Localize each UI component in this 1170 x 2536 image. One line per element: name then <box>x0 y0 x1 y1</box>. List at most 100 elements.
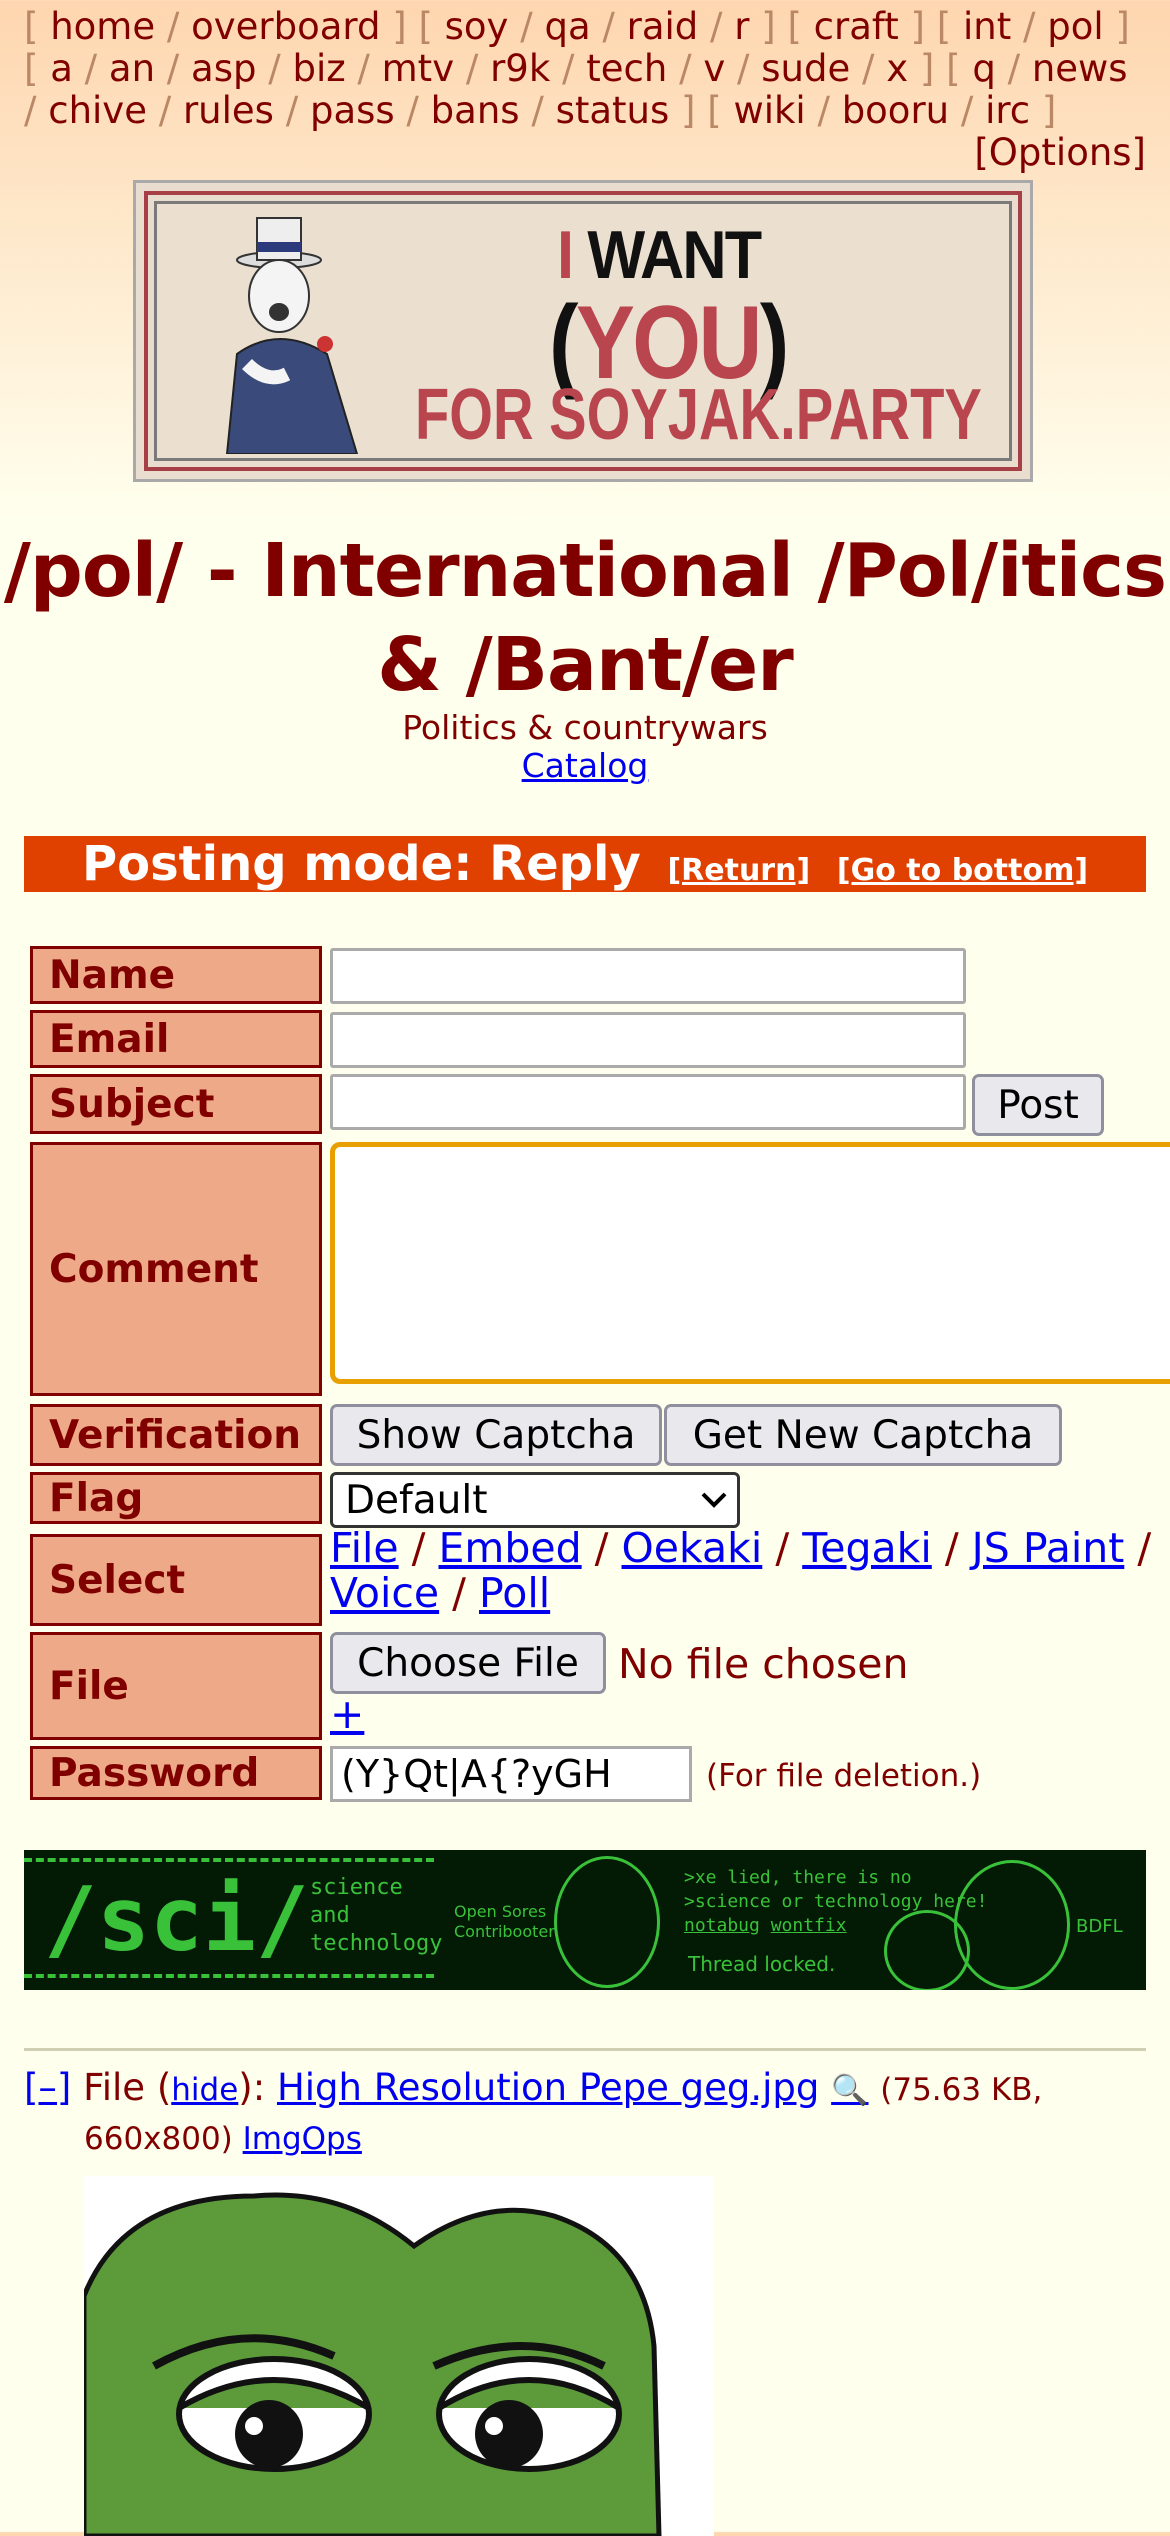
separator: / <box>155 5 192 48</box>
board-link-bans[interactable]: bans <box>431 89 520 132</box>
email-field[interactable] <box>330 1012 966 1068</box>
imgops-link[interactable]: ImgOps <box>243 2121 362 2157</box>
bracket-open: [ <box>946 47 973 90</box>
board-link-r9k[interactable]: r9k <box>490 47 550 90</box>
bracket-close: ] <box>908 47 947 90</box>
board-link-status[interactable]: status <box>556 89 670 132</box>
banner-line-3: FOR SOYJAK.PARTY <box>415 375 982 455</box>
banner-line-1-main: WANT <box>587 217 762 293</box>
subject-field[interactable] <box>330 1074 966 1130</box>
board-link-v[interactable]: v <box>703 47 725 90</box>
board-link-biz[interactable]: biz <box>292 47 345 90</box>
board-link-q[interactable]: q <box>972 47 996 90</box>
sci-mid-line: Contribooter <box>454 1922 555 1941</box>
board-link-home[interactable]: home <box>50 5 155 48</box>
board-link-rules[interactable]: rules <box>183 89 274 132</box>
select-link-file[interactable]: File <box>330 1524 399 1572</box>
board-link-chive[interactable]: chive <box>48 89 147 132</box>
board-link-craft[interactable]: craft <box>814 5 899 48</box>
file-prefix: File ( <box>83 2066 172 2109</box>
comment-textarea[interactable] <box>330 1142 1170 1384</box>
board-link-x[interactable]: x <box>886 47 908 90</box>
catalog-link[interactable]: Catalog <box>522 746 649 785</box>
sci-ad-banner[interactable]: /sci/ science and technology Open Sores … <box>24 1850 1146 1990</box>
post-divider <box>24 2048 1146 2051</box>
password-field[interactable]: (Y}Qt|A{?yGH <box>330 1746 692 1802</box>
bracket-open: [ <box>24 47 51 90</box>
post-button[interactable]: Post <box>972 1074 1104 1136</box>
separator: / <box>155 47 192 90</box>
board-link-overboard[interactable]: overboard <box>191 5 380 48</box>
file-search-icon[interactable]: 🔍 <box>831 2073 868 2108</box>
board-link-asp[interactable]: asp <box>191 47 256 90</box>
sci-mid-text: Open Sores Contribooter <box>454 1902 555 1942</box>
bracket-open: [ <box>24 5 51 48</box>
name-label: Name <box>30 946 322 1004</box>
sci-mid-line: Open Sores <box>454 1902 547 1921</box>
board-link-r[interactable]: r <box>734 5 749 48</box>
separator: / <box>398 1524 439 1572</box>
flag-select[interactable]: Default <box>330 1472 740 1528</box>
name-field[interactable] <box>330 948 966 1004</box>
bracket-open: [ <box>936 5 963 48</box>
board-link-news[interactable]: news <box>1032 47 1128 90</box>
pepe-frog-image <box>84 2192 662 2536</box>
select-link-poll[interactable]: Poll <box>479 1569 550 1617</box>
separator: / <box>581 1524 622 1572</box>
separator: / <box>256 47 293 90</box>
board-link-pass[interactable]: pass <box>310 89 395 132</box>
select-link-embed[interactable]: Embed <box>439 1524 582 1572</box>
hide-file-link[interactable]: hide <box>171 2072 238 2108</box>
file-mid: ): <box>238 2066 277 2109</box>
board-link-raid[interactable]: raid <box>627 5 699 48</box>
hat-band <box>257 242 301 252</box>
board-link-mtv[interactable]: mtv <box>382 47 454 90</box>
separator: / <box>273 89 310 132</box>
board-link-soy[interactable]: soy <box>445 5 509 48</box>
catalog-link-wrap: Catalog <box>0 746 1170 785</box>
separator: / <box>345 47 382 90</box>
board-link-booru[interactable]: booru <box>842 89 949 132</box>
board-link-an[interactable]: an <box>109 47 155 90</box>
posting-mode-bar: Posting mode: Reply [Return] [Go to bott… <box>24 836 1146 892</box>
choose-file-button[interactable]: Choose File <box>330 1632 606 1694</box>
add-file-link[interactable]: + <box>330 1690 364 1738</box>
file-meta-dims: 660x800) <box>84 2121 233 2157</box>
return-link[interactable]: [Return] <box>667 853 810 888</box>
sci-small-line: technology <box>310 1931 443 1956</box>
sci-small-line: science <box>310 1875 403 1900</box>
bracket-close: ] <box>380 5 419 48</box>
options-link[interactable]: [Options] <box>974 132 1146 174</box>
post-image[interactable] <box>84 2176 714 2536</box>
collapse-post-link[interactable]: [–] <box>24 2066 71 2109</box>
go-to-bottom-link[interactable]: [Go to bottom] <box>837 853 1088 888</box>
select-link-js-paint[interactable]: JS Paint <box>972 1524 1125 1572</box>
email-label: Email <box>30 1010 322 1068</box>
hat-crown <box>256 217 302 261</box>
board-link-int[interactable]: int <box>963 5 1011 48</box>
select-link-oekaki[interactable]: Oekaki <box>622 1524 763 1572</box>
separator: / <box>550 47 587 90</box>
file-name-link[interactable]: High Resolution Pepe geg.jpg <box>277 2066 819 2109</box>
soyjak-face-drawing-left <box>884 1910 970 1990</box>
show-captcha-button[interactable]: Show Captcha <box>330 1404 662 1466</box>
board-link-wiki[interactable]: wiki <box>733 89 805 132</box>
board-link-sude[interactable]: sude <box>761 47 850 90</box>
file-meta-line: 660x800) ImgOps <box>24 2115 1154 2163</box>
board-link-a[interactable]: a <box>50 47 73 90</box>
bracket-open: [ <box>787 5 814 48</box>
banner-frame: I WANT (YOU) FOR SOYJAK.PARTY <box>144 191 1022 471</box>
select-link-tegaki[interactable]: Tegaki <box>802 1524 932 1572</box>
board-banner[interactable]: I WANT (YOU) FOR SOYJAK.PARTY <box>133 180 1033 482</box>
select-link-voice[interactable]: Voice <box>330 1569 439 1617</box>
bracket-close: ] <box>898 5 937 48</box>
board-link-qa[interactable]: qa <box>544 5 590 48</box>
separator: / <box>590 5 627 48</box>
board-link-irc[interactable]: irc <box>985 89 1030 132</box>
board-link-tech[interactable]: tech <box>586 47 667 90</box>
separator: / <box>454 47 491 90</box>
board-link-pol[interactable]: pol <box>1047 5 1103 48</box>
bracket-close: ] <box>669 89 708 132</box>
soyjak-face-drawing <box>554 1856 660 1988</box>
get-new-captcha-button[interactable]: Get New Captcha <box>664 1404 1062 1466</box>
